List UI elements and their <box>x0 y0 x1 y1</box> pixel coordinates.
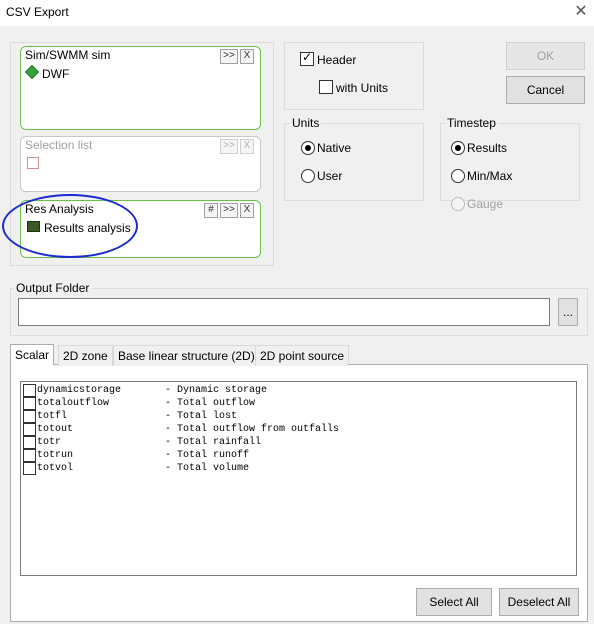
browse-button[interactable]: ... <box>558 298 578 326</box>
close-icon[interactable]: ✕ <box>571 3 591 23</box>
tab-2d-zone[interactable]: 2D zone <box>58 345 113 366</box>
tab-2d-point-source[interactable]: 2D point source <box>255 345 350 366</box>
timestep-group <box>440 123 580 201</box>
placeholder-icon <box>27 157 39 169</box>
res-analysis-hash-button[interactable]: # <box>204 203 218 218</box>
selection-list-remove-button[interactable]: X <box>240 139 254 154</box>
variable-checkbox[interactable] <box>23 397 36 410</box>
source-sim-item[interactable]: DWF <box>24 64 70 81</box>
units-label: Units <box>290 116 322 130</box>
timestep-gauge-label: Gauge <box>467 197 504 211</box>
list-item-desc: - Dynamic storage <box>165 385 268 396</box>
list-item-desc: - Total rainfall <box>165 437 262 448</box>
variable-checkbox[interactable] <box>23 462 36 475</box>
timestep-results-label: Results <box>467 141 508 155</box>
list-item[interactable]: totaloutflow <box>37 397 109 410</box>
select-all-button[interactable]: Select All <box>416 588 492 616</box>
annotation-circle <box>2 194 138 258</box>
units-user-label: User <box>317 169 343 183</box>
header-checkbox[interactable]: ✓ <box>300 50 314 66</box>
list-item[interactable]: totout <box>37 423 73 436</box>
list-item[interactable]: totr <box>37 436 61 449</box>
cancel-button[interactable]: Cancel <box>506 76 585 104</box>
deselect-all-button[interactable]: Deselect All <box>499 588 579 616</box>
variable-checkbox[interactable] <box>23 436 36 449</box>
tab-scalar[interactable]: Scalar <box>10 344 55 365</box>
variable-checkbox[interactable] <box>23 423 36 436</box>
with-units-label: with Units <box>336 81 389 95</box>
with-units-checkbox[interactable] <box>319 80 333 94</box>
timestep-results-radio[interactable] <box>451 141 465 155</box>
source-sim-remove-button[interactable]: X <box>240 49 254 64</box>
header-checkbox-label: Header <box>317 53 357 67</box>
units-user-radio[interactable] <box>301 169 315 183</box>
variable-checkbox[interactable] <box>23 384 36 397</box>
list-item[interactable]: totfl <box>37 410 67 423</box>
list-item-desc: - Total runoff <box>165 450 250 461</box>
title-bar <box>0 0 594 26</box>
timestep-minmax-radio[interactable] <box>451 169 465 183</box>
output-folder-label: Output Folder <box>14 281 92 295</box>
units-native-label: Native <box>317 141 352 155</box>
list-item-desc: - Total volume <box>165 463 250 474</box>
timestep-gauge-radio[interactable] <box>451 197 465 211</box>
list-item-desc: - Total outflow from outfalls <box>165 424 340 435</box>
list-item[interactable]: totrun <box>37 449 73 462</box>
selection-list-add-button[interactable]: >> <box>220 139 238 154</box>
source-sim-box[interactable]: Sim/SWMM sim >> X DWF <box>20 46 261 130</box>
selection-list-box[interactable]: Selection list >> X <box>20 136 261 192</box>
variable-checkbox[interactable] <box>23 449 36 462</box>
units-native-radio[interactable] <box>301 141 315 155</box>
list-item-desc: - Total outflow <box>165 398 256 409</box>
variable-list[interactable]: dynamicstorage - Dynamic storage totalou… <box>20 381 577 576</box>
list-item[interactable]: dynamicstorage <box>37 384 121 397</box>
list-item[interactable]: totvol <box>37 462 73 475</box>
tab-base-linear-structure[interactable]: Base linear structure (2D) <box>113 345 260 366</box>
list-item-desc: - Total lost <box>165 411 238 422</box>
check-icon: ✓ <box>302 50 313 64</box>
source-sim-item-label: DWF <box>42 67 70 81</box>
timestep-minmax-label: Min/Max <box>467 169 513 183</box>
ok-button[interactable]: OK <box>506 42 585 70</box>
variable-checkbox[interactable] <box>23 410 36 423</box>
window-title: CSV Export <box>6 5 69 19</box>
units-group <box>284 123 424 201</box>
output-folder-input[interactable] <box>18 298 550 326</box>
source-sim-add-button[interactable]: >> <box>220 49 238 64</box>
timestep-label: Timestep <box>445 116 498 130</box>
res-analysis-remove-button[interactable]: X <box>240 203 254 218</box>
green-diamond-icon <box>24 64 40 80</box>
res-analysis-add-button[interactable]: >> <box>220 203 238 218</box>
